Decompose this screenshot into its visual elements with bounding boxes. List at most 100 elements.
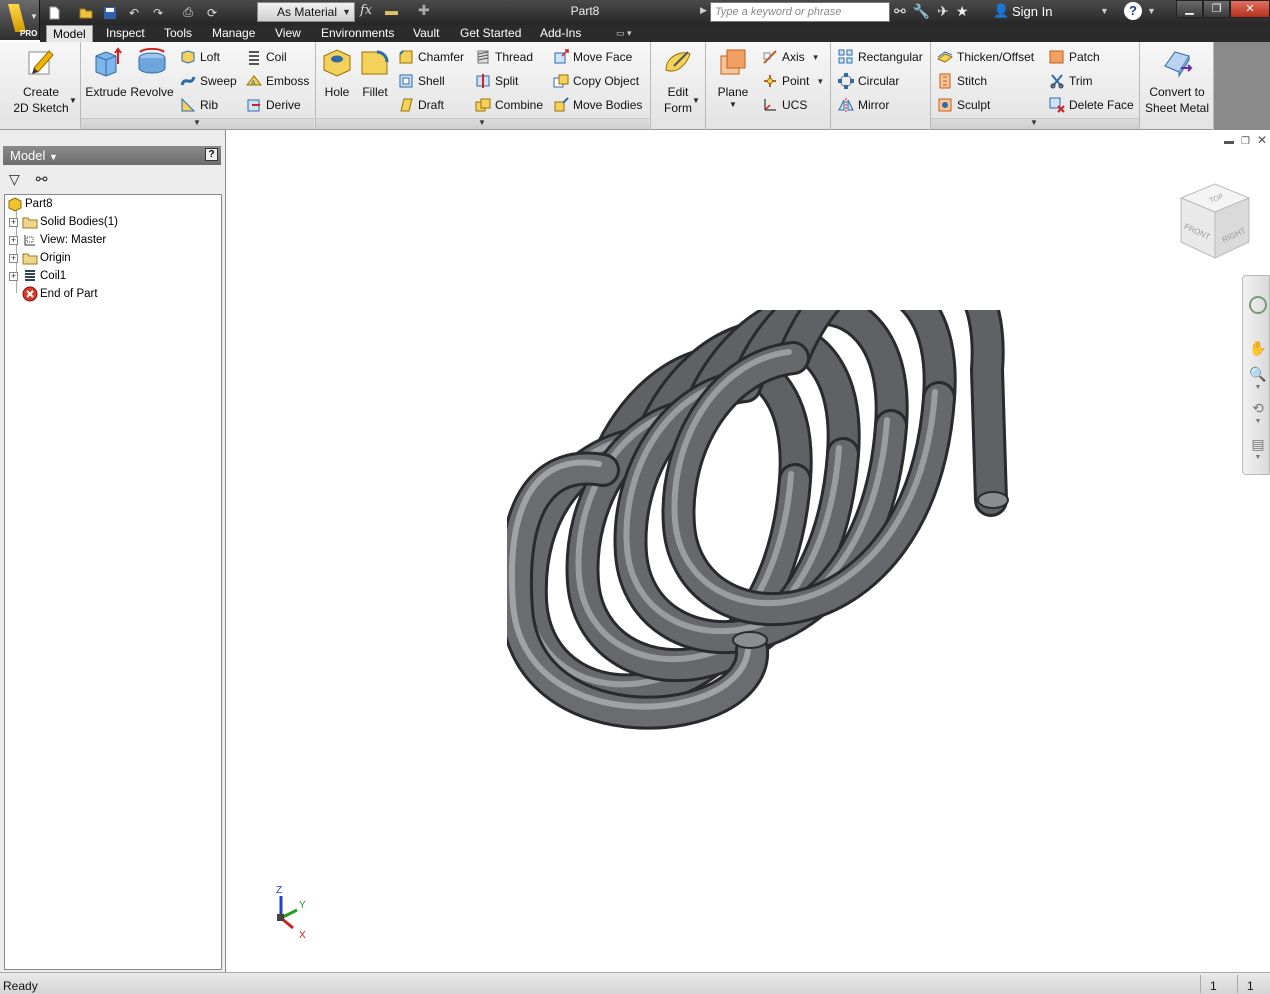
- save-button[interactable]: [100, 4, 120, 22]
- tree-node-end-of-part[interactable]: End of Part: [22, 285, 98, 303]
- chevron-down-icon[interactable]: ▼: [69, 96, 77, 105]
- wrench-icon[interactable]: 🔧: [913, 3, 930, 20]
- chevron-down-icon[interactable]: ▼: [729, 100, 737, 109]
- viewport-close-icon[interactable]: ✕: [1257, 133, 1267, 147]
- viewport-restore-icon[interactable]: ❐: [1241, 136, 1250, 147]
- viewcube[interactable]: TOP FRONT RIGHT: [1177, 180, 1253, 262]
- stitch-button[interactable]: Stitch: [937, 71, 987, 91]
- satellite-icon[interactable]: ✈: [937, 3, 949, 20]
- orbit-icon[interactable]: ⟲: [1249, 400, 1267, 418]
- copy-object-button[interactable]: Copy Object: [553, 71, 639, 91]
- shell-button[interactable]: Shell: [398, 71, 445, 91]
- rib-button[interactable]: Rib: [180, 95, 218, 115]
- revolve-button[interactable]: Revolve: [130, 46, 174, 100]
- tab-vault[interactable]: Vault: [407, 25, 445, 42]
- tab-model[interactable]: Model: [46, 25, 93, 42]
- convert-to-sheet-metal-button[interactable]: Convert to Sheet Metal: [1142, 46, 1212, 116]
- modify-panel-footer[interactable]: ▼: [316, 118, 649, 129]
- mirror-button[interactable]: Mirror: [838, 95, 889, 115]
- move-face-button[interactable]: Move Face: [553, 47, 632, 67]
- search-input[interactable]: Type a keyword or phrase: [710, 2, 890, 22]
- update-button[interactable]: ⟳: [202, 4, 222, 22]
- hole-button[interactable]: Hole: [320, 46, 354, 100]
- look-at-icon[interactable]: ▤: [1249, 436, 1267, 454]
- expand-plus-icon[interactable]: +: [9, 253, 18, 263]
- zoom-icon[interactable]: 🔍: [1249, 366, 1267, 384]
- chevron-down-icon[interactable]: ▼: [1249, 454, 1267, 472]
- tree-node-origin[interactable]: + Origin: [9, 249, 71, 267]
- print-button[interactable]: ⎙: [178, 4, 198, 22]
- create-2d-sketch-button[interactable]: Create 2D Sketch: [8, 46, 74, 116]
- thread-button[interactable]: Thread: [475, 47, 533, 67]
- browser-help-icon[interactable]: ?: [205, 148, 218, 161]
- point-button[interactable]: Point ▼: [762, 71, 824, 91]
- circular-pattern-button[interactable]: Circular: [838, 71, 899, 91]
- surface-panel-footer[interactable]: ▼: [931, 118, 1139, 129]
- binoculars-find-icon[interactable]: ⚯: [36, 171, 48, 190]
- expand-plus-icon[interactable]: +: [9, 271, 18, 281]
- tab-environments[interactable]: Environments: [315, 25, 400, 42]
- close-button[interactable]: ✕: [1230, 0, 1270, 18]
- sculpt-button[interactable]: Sculpt: [937, 95, 990, 115]
- combine-button[interactable]: Combine: [475, 95, 543, 115]
- restore-button[interactable]: ❐: [1203, 0, 1230, 18]
- open-button[interactable]: [76, 4, 96, 22]
- tab-inspect[interactable]: Inspect: [100, 25, 151, 42]
- help-button[interactable]: ?: [1124, 2, 1142, 20]
- edit-form-button[interactable]: Edit Form: [656, 46, 700, 116]
- patch-button[interactable]: Patch: [1049, 47, 1100, 67]
- emboss-button[interactable]: A Emboss: [246, 71, 309, 91]
- sign-in-button[interactable]: Sign In: [1012, 4, 1052, 19]
- rectangular-pattern-button[interactable]: Rectangular: [838, 47, 923, 67]
- tab-add-ins[interactable]: Add-Ins: [534, 25, 587, 42]
- tree-node-part[interactable]: Part8: [7, 195, 53, 213]
- viewport-minimize-icon[interactable]: ▬: [1224, 136, 1234, 147]
- chevron-down-icon[interactable]: ▼: [1147, 6, 1156, 16]
- tree-node-solid-bodies[interactable]: + Solid Bodies(1): [9, 213, 118, 231]
- material-combo[interactable]: As Material ▼: [257, 2, 355, 22]
- trim-button[interactable]: Trim: [1049, 71, 1093, 91]
- delete-face-button[interactable]: Delete Face: [1049, 95, 1134, 115]
- tab-get-started[interactable]: Get Started: [454, 25, 527, 42]
- plane-button[interactable]: Plane: [712, 46, 754, 100]
- graphics-window[interactable]: ▬ ❐ ✕ TOP FRONT RIGHT ✋ 🔍 ▼ ⟲ ▼ ▤ ▼ Z Y …: [227, 130, 1270, 972]
- loft-button[interactable]: Loft: [180, 47, 220, 67]
- fillet-button[interactable]: Fillet: [357, 46, 393, 100]
- coil-button[interactable]: Coil: [246, 47, 287, 67]
- measure-icon[interactable]: ▬: [385, 3, 398, 18]
- expand-arrow-icon[interactable]: ▶: [700, 5, 707, 16]
- derive-button[interactable]: Derive: [246, 95, 301, 115]
- parameters-fx-icon[interactable]: fx: [360, 3, 372, 18]
- undo-button[interactable]: ↶: [124, 4, 144, 22]
- tab-tools[interactable]: Tools: [158, 25, 198, 42]
- thicken-offset-button[interactable]: Thicken/Offset: [937, 47, 1034, 67]
- minimize-button[interactable]: ▁: [1176, 0, 1203, 18]
- chamfer-button[interactable]: Chamfer: [398, 47, 464, 67]
- tab-manage[interactable]: Manage: [206, 25, 261, 42]
- application-menu-button[interactable]: PRO ▼: [0, 0, 40, 40]
- move-bodies-button[interactable]: Move Bodies: [553, 95, 642, 115]
- split-button[interactable]: Split: [475, 71, 518, 91]
- draft-button[interactable]: Draft: [398, 95, 444, 115]
- ucs-button[interactable]: UCS: [762, 95, 807, 115]
- tree-node-view-master[interactable]: + View: Master: [9, 231, 106, 249]
- sweep-button[interactable]: Sweep: [180, 71, 237, 91]
- favorites-star-icon[interactable]: ★: [956, 3, 969, 20]
- extrude-button[interactable]: Extrude: [84, 46, 128, 100]
- chevron-down-icon[interactable]: ▼: [1249, 418, 1267, 436]
- expand-plus-icon[interactable]: +: [9, 217, 18, 227]
- pan-hand-icon[interactable]: ✋: [1249, 340, 1267, 358]
- expand-plus-icon[interactable]: +: [9, 235, 18, 245]
- filter-icon[interactable]: ▽: [9, 171, 20, 190]
- axis-button[interactable]: Axis ▼: [762, 47, 820, 67]
- tree-node-coil[interactable]: + Coil1: [9, 267, 66, 285]
- binoculars-icon[interactable]: ⚯: [894, 3, 906, 20]
- steering-wheel-icon[interactable]: [1249, 296, 1267, 314]
- coil-3d-model[interactable]: [507, 310, 1027, 800]
- create-panel-footer[interactable]: ▼: [81, 118, 314, 129]
- add-icon[interactable]: ✚: [418, 2, 430, 19]
- ribbon-minimize-icon[interactable]: ▭ ▾: [616, 28, 632, 39]
- chevron-down-icon[interactable]: ▼: [1100, 6, 1109, 16]
- new-file-button[interactable]: [44, 4, 64, 22]
- browser-header[interactable]: Model ▼ ?: [3, 146, 221, 165]
